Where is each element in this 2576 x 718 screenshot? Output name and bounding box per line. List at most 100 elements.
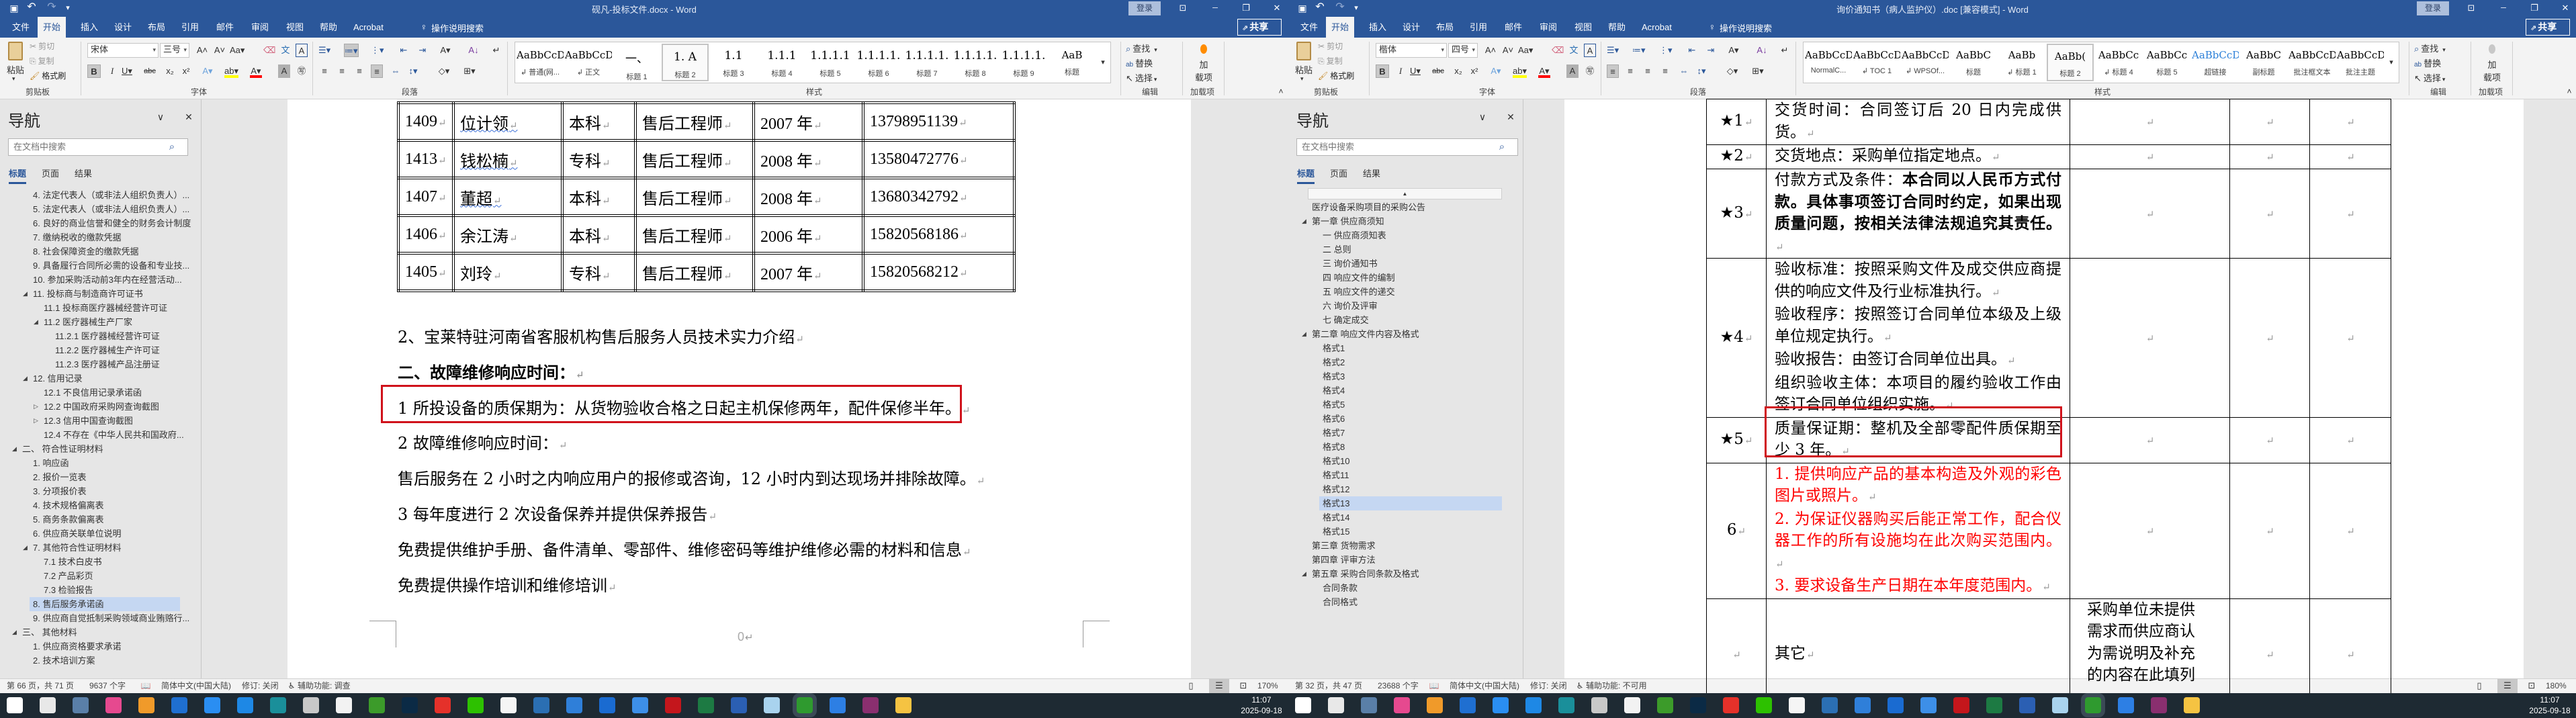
pane-options-icon[interactable]: ∨ — [154, 110, 167, 124]
tab-6[interactable]: 邮件 — [211, 17, 239, 38]
character-border-icon[interactable]: A — [296, 44, 308, 57]
nav-heading-item[interactable]: 7. 缴纳税收的缴款凭据 — [33, 230, 121, 244]
style-item[interactable]: AaB 标题 — [1049, 44, 1096, 81]
expanded-triangle-icon[interactable]: ◢ — [34, 315, 38, 329]
accessibility-status[interactable]: 辅助功能: 不可用 — [1586, 679, 1647, 693]
taskbar-circle-app-icon[interactable] — [237, 697, 253, 713]
word-count[interactable]: 23688 个字 — [1378, 679, 1419, 693]
nav-tab-0[interactable]: 标题 — [9, 167, 27, 184]
taskbar-browser-b-icon[interactable] — [1920, 697, 1937, 713]
font-color-icon[interactable]: A▾ — [250, 64, 262, 78]
tab-3[interactable]: 设计 — [1397, 17, 1425, 38]
close-icon[interactable]: ✕ — [1271, 1, 1283, 15]
style-item[interactable]: 1.1.1.1. 标题 9 — [1000, 44, 1047, 81]
scroll-up-button[interactable]: ▲ — [1308, 188, 1502, 199]
taskbar-browser-360-icon[interactable] — [1887, 697, 1904, 713]
phonetic-guide-icon[interactable]: 文 — [279, 44, 292, 57]
nav-tab-0[interactable]: 标题 — [1297, 167, 1315, 184]
nav-heading-item[interactable]: 格式14 — [1323, 510, 1349, 525]
nav-heading-item[interactable]: 7.3 检验报告 — [44, 583, 93, 597]
language-indicator[interactable]: 简体中文(中国大陆) — [161, 679, 231, 693]
nav-heading-item[interactable]: 格式6 — [1323, 412, 1345, 426]
change-case-icon[interactable]: Aa▾ — [230, 44, 245, 57]
style-item[interactable]: AaBbCc ↲ 标题 4 — [2095, 44, 2142, 81]
accessibility-icon[interactable]: ♿ — [285, 679, 298, 692]
style-item[interactable]: AaBbCcDc ↲ 普通(网... — [517, 44, 564, 81]
taskbar-printer-app-icon[interactable] — [303, 697, 319, 713]
justify-icon[interactable]: ≡ — [371, 64, 383, 78]
clear-formatting-icon[interactable]: ⌫ — [263, 44, 275, 57]
zoom-level[interactable]: 180% — [2546, 679, 2567, 693]
grow-font-icon[interactable]: A˄ — [196, 44, 208, 57]
tab-2[interactable]: 插入 — [1364, 17, 1392, 38]
taskbar-color-app-icon[interactable] — [105, 697, 122, 713]
font-name-combo[interactable]: 宋体 ▾ — [87, 43, 159, 58]
multilevel-list-icon[interactable]: ⋮▾ — [1659, 44, 1673, 57]
nav-heading-item[interactable]: 6. 供应商关联单位说明 — [33, 527, 121, 541]
taskbar-camera-app-icon[interactable] — [1427, 697, 1443, 713]
nav-heading-item[interactable]: 11.2 医疗器械生产厂家 — [44, 315, 132, 329]
nav-heading-item[interactable]: 医疗设备采购项目的采购公告 — [1312, 200, 1425, 214]
nav-heading-item[interactable]: 1. 供应商资格要求承诺 — [33, 639, 121, 654]
language-indicator[interactable]: 简体中文(中国大陆) — [1450, 679, 1519, 693]
expanded-triangle-icon[interactable]: ◢ — [23, 541, 28, 555]
expanded-triangle-icon[interactable]: ◢ — [23, 371, 28, 386]
numbering-icon[interactable]: ≔▾ — [1632, 44, 1646, 57]
tab-5[interactable]: 引用 — [176, 17, 204, 38]
nav-tab-1[interactable]: 页面 — [42, 167, 59, 179]
nav-heading-item[interactable]: 第二章 响应文件内容及格式 — [1312, 327, 1419, 341]
borders-icon[interactable]: ⊞▾ — [1752, 64, 1764, 78]
style-item[interactable]: AaBbCcDdE ↲ WPSOf... — [1902, 44, 1949, 81]
nav-heading-item[interactable]: 合同条款 — [1323, 581, 1358, 595]
taskbar-petrochina-icon[interactable] — [1723, 697, 1739, 713]
multilevel-list-icon[interactable]: ⋮▾ — [371, 44, 384, 57]
nav-heading-item[interactable]: 1. 响应函 — [33, 456, 69, 470]
style-item[interactable]: AaBbCcDd ↲ TOC 1 — [1853, 44, 1900, 81]
taskbar-qq-icon[interactable] — [1789, 697, 1805, 713]
document-search-input[interactable]: 在文档中搜索 ⌕ — [8, 138, 188, 156]
track-changes-status[interactable]: 修订: 关闭 — [242, 679, 279, 693]
addins-button[interactable]: 加载项 — [2477, 42, 2507, 83]
web-layout-icon[interactable]: ⊡ — [2526, 679, 2538, 692]
nav-heading-item[interactable]: 合同格式 — [1323, 595, 1358, 609]
share-button[interactable]: ⇗ 共享 — [2526, 19, 2570, 36]
maximize-icon[interactable]: ❐ — [1240, 1, 1252, 15]
underline-icon[interactable]: U▾ — [1409, 64, 1421, 78]
tab-4[interactable]: 布局 — [1431, 17, 1459, 38]
shading-icon[interactable]: ◇▾ — [438, 64, 450, 78]
align-center-icon[interactable]: ≡ — [336, 64, 348, 78]
taskbar-upload-app-icon[interactable] — [830, 697, 846, 713]
distributed-icon[interactable]: ⇔ — [1678, 64, 1690, 78]
style-item[interactable]: 1.1.1.1. 标题 8 — [952, 44, 999, 81]
proofing-icon[interactable]: 📖 — [1428, 679, 1440, 692]
tab-3[interactable]: 设计 — [109, 17, 137, 38]
font-size-combo[interactable]: 三号 ▾ — [160, 43, 189, 58]
replace-button[interactable]: ab 替换 — [1126, 56, 1153, 69]
style-item[interactable]: 1.1.1.1. 标题 6 — [855, 44, 902, 81]
find-button[interactable]: ⌕ 查找 ▾ — [2414, 42, 2446, 54]
phonetic-guide-icon[interactable]: 文 — [1568, 44, 1580, 57]
shrink-font-icon[interactable]: A˅ — [214, 44, 226, 57]
taskbar-xin-app-icon[interactable] — [1822, 697, 1838, 713]
decrease-indent-icon[interactable]: ⇤ — [1686, 44, 1698, 57]
nav-heading-item[interactable]: 12.1 不良信用记录承诺函 — [44, 386, 142, 400]
nav-heading-item[interactable]: 第一章 供应商须知 — [1312, 214, 1384, 228]
taskbar-notepad-icon[interactable] — [764, 697, 780, 713]
style-item[interactable]: AaBb(标题 2 — [2047, 44, 2094, 81]
nav-heading-item[interactable]: 三 询价通知书 — [1323, 257, 1378, 271]
close-icon[interactable]: ✕ — [2559, 1, 2571, 15]
taskbar-wechat-icon[interactable] — [1756, 697, 1772, 713]
taskbar-xin-app-icon[interactable] — [533, 697, 549, 713]
nav-heading-item[interactable]: 格式3 — [1323, 369, 1345, 384]
taskbar-printer-app-icon[interactable] — [1591, 697, 1607, 713]
nav-heading-item[interactable]: 2. 报价一览表 — [33, 470, 86, 484]
cut-button[interactable]: ✂ 剪切 — [30, 40, 54, 52]
taskbar-todesk-icon[interactable] — [1493, 697, 1509, 713]
web-layout-icon[interactable]: ⊡ — [1237, 679, 1249, 692]
taskbar-winrar-icon[interactable] — [862, 697, 879, 713]
collapse-ribbon-icon[interactable]: ˄ — [1275, 85, 1287, 98]
nav-heading-item[interactable]: 11.2.1 医疗器械经营许可证 — [55, 329, 160, 343]
nav-heading-item[interactable]: 二 总则 — [1323, 242, 1351, 257]
expanded-triangle-icon[interactable]: ◢ — [1302, 567, 1306, 581]
nav-heading-item[interactable]: 3. 分项报价表 — [33, 484, 86, 498]
